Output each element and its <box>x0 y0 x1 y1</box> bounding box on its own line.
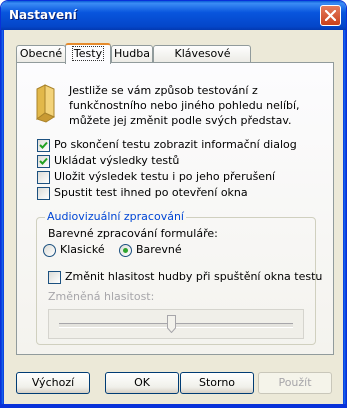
option-save-results[interactable]: Ukládat výsledky testů <box>37 154 179 168</box>
close-icon <box>325 10 336 21</box>
default-button[interactable]: Výchozí <box>16 372 90 394</box>
radio-classic[interactable]: Klasické <box>43 243 105 257</box>
form-processing-label: Barevné zpracování formuláře: <box>48 227 218 240</box>
window-title: Nastavení <box>9 8 77 22</box>
slider-thumb[interactable] <box>167 315 176 333</box>
option-label: Spustit test ihned po otevření okna <box>54 186 248 199</box>
volume-slider[interactable] <box>48 309 304 339</box>
radio-button[interactable] <box>43 243 56 257</box>
radio-color-label: Barevné <box>136 243 182 256</box>
settings-dialog: Nastavení Obecné Testy Hudba Klávesové z… <box>0 0 347 408</box>
ok-button[interactable]: OK <box>105 372 179 394</box>
check-icon <box>39 157 48 165</box>
checkbox-unchecked[interactable] <box>37 186 50 200</box>
apply-button[interactable]: Použít <box>258 372 332 394</box>
checkbox-unchecked[interactable] <box>48 270 61 284</box>
radio-classic-label: Klasické <box>60 243 105 256</box>
tab-tests-label: Testy <box>71 46 105 61</box>
option-save-on-interrupt[interactable]: Uložit výsledek testu i po jeho přerušen… <box>37 170 275 184</box>
window-frame-right <box>343 30 346 407</box>
option-label: Ukládat výsledky testů <box>54 154 180 167</box>
window-frame-left <box>1 30 4 407</box>
tab-music-label: Hudba <box>114 47 150 60</box>
tab-general-label: Obecné <box>19 47 63 60</box>
radio-color[interactable]: Barevné <box>119 243 182 257</box>
cancel-button[interactable]: Storno <box>180 372 254 394</box>
tests-panel: Jestliže se vám způsob testování z funkč… <box>16 62 334 355</box>
option-label: Po skončení testu zobrazit informační di… <box>54 138 297 151</box>
tab-general[interactable]: Obecné <box>16 45 66 62</box>
radio-button-selected[interactable] <box>119 243 132 257</box>
window-frame-bottom <box>1 404 346 407</box>
close-button[interactable] <box>320 5 341 26</box>
tab-tests[interactable]: Testy <box>65 43 111 64</box>
slider-track <box>59 323 293 328</box>
option-label: Uložit výsledek testu i po jeho přerušen… <box>54 170 276 183</box>
checkbox-checked[interactable] <box>37 138 50 152</box>
tab-shortcuts[interactable]: Klávesové zkratky <box>153 45 251 76</box>
option-change-volume[interactable]: Změnit hlasitost hudby při spuštění okna… <box>48 270 322 284</box>
option-show-info-dialog[interactable]: Po skončení testu zobrazit informační di… <box>37 138 297 152</box>
av-processing-group: Audiovizuální zpracování Barevné zpracov… <box>36 210 322 345</box>
radio-dot <box>123 247 128 253</box>
intro-text: Jestliže se vám způsob testování z funkč… <box>69 84 300 127</box>
check-icon <box>39 141 48 149</box>
checkbox-unchecked[interactable] <box>37 170 50 184</box>
tab-music[interactable]: Hudba <box>111 45 153 62</box>
folder-icon <box>35 84 56 123</box>
group-title: Audiovizuální zpracování <box>45 210 186 223</box>
option-label: Změnit hlasitost hudby při spuštění okna… <box>65 270 323 283</box>
checkbox-checked[interactable] <box>37 154 50 168</box>
option-start-immediately[interactable]: Spustit test ihned po otevření okna <box>37 186 248 200</box>
volume-label: Změněná hlasitost: <box>48 290 155 303</box>
title-bar[interactable]: Nastavení <box>1 1 346 30</box>
